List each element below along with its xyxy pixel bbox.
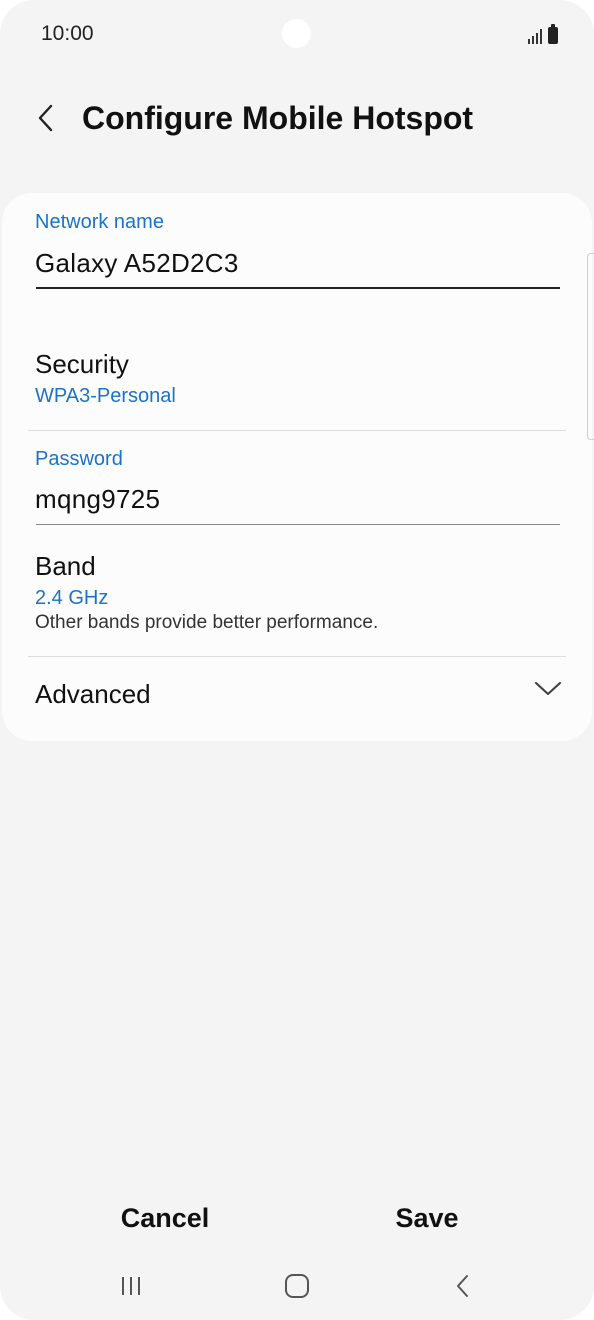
phone-screen: 10:00 Configure Mobile Hotspot Network n… [0, 0, 594, 1320]
back-button[interactable] [24, 96, 68, 140]
hotspot-settings-card: Network name Galaxy A52D2C3 Security WPA… [2, 193, 592, 741]
recents-icon [122, 1277, 140, 1295]
page-title: Configure Mobile Hotspot [82, 100, 474, 136]
back-icon [457, 1275, 468, 1297]
recents-button[interactable] [101, 1266, 161, 1306]
network-name-input[interactable]: Galaxy A52D2C3 [35, 248, 239, 279]
chevron-down-icon [534, 681, 562, 696]
camera-cutout [282, 19, 311, 48]
advanced-title: Advanced [35, 679, 151, 709]
status-bar: 10:00 [0, 0, 594, 70]
status-icons [528, 24, 558, 44]
home-button[interactable] [267, 1266, 327, 1306]
chevron-left-icon [38, 104, 53, 132]
advanced-row[interactable]: Advanced [2, 655, 592, 723]
battery-icon [548, 24, 558, 44]
status-time: 10:00 [41, 22, 94, 45]
home-icon [285, 1274, 309, 1298]
band-value: 2.4 GHz [35, 587, 109, 609]
app-header: Configure Mobile Hotspot [0, 80, 594, 160]
security-title: Security [35, 349, 129, 379]
cancel-button[interactable]: Cancel [60, 1190, 270, 1246]
network-name-label: Network name [35, 211, 164, 233]
password-input[interactable]: mqng9725 [35, 484, 160, 515]
navigation-bar [0, 1250, 594, 1320]
divider [28, 430, 566, 431]
nav-back-button[interactable] [433, 1266, 493, 1306]
signal-icon [528, 28, 542, 44]
band-description: Other bands provide better performance. [35, 612, 379, 633]
network-name-underline [36, 287, 560, 289]
save-button[interactable]: Save [322, 1190, 532, 1246]
security-value: WPA3-Personal [35, 385, 176, 407]
band-title: Band [35, 551, 96, 581]
scrollbar[interactable] [587, 253, 594, 440]
password-label: Password [35, 448, 123, 470]
password-underline [36, 524, 560, 525]
